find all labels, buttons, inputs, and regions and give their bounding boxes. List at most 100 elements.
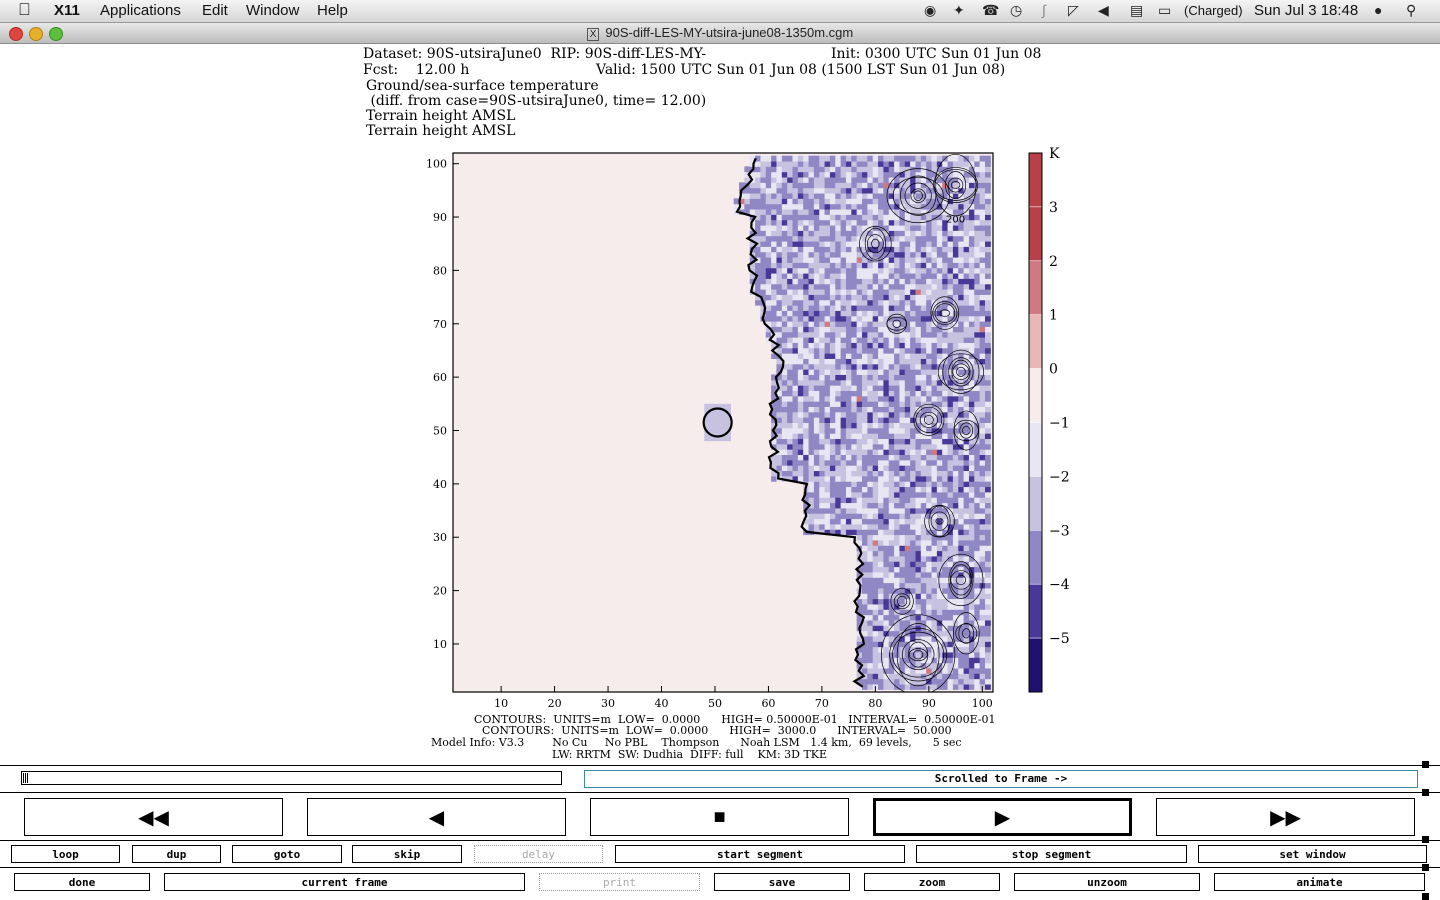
grid-cell [862, 657, 868, 664]
grid-cell [797, 427, 804, 434]
grid-cell [824, 198, 831, 205]
done-button[interactable]: done [14, 873, 150, 891]
resize-handle[interactable] [1422, 789, 1429, 796]
grid-cell [819, 331, 826, 338]
grid-cell [963, 273, 970, 279]
grid-cell [867, 411, 874, 418]
grid-cell [749, 182, 756, 189]
grid-cell [872, 454, 879, 461]
grid-cell [862, 449, 868, 456]
grid-cell [856, 337, 863, 343]
grid-cell [813, 171, 820, 178]
grid-cell [931, 609, 938, 616]
grid-cell [760, 283, 767, 290]
grid-cell [840, 518, 847, 525]
grid-cell [952, 534, 959, 541]
unzoom-button[interactable]: unzoom [1014, 873, 1200, 891]
start-segment-button[interactable]: start segment [615, 845, 905, 863]
grid-cell [781, 321, 788, 327]
stop-button[interactable]: ■ [590, 798, 849, 836]
grid-cell [958, 225, 965, 231]
grid-cell [819, 321, 826, 327]
zoom-button[interactable]: zoom [864, 873, 1000, 891]
save-button[interactable]: save [714, 873, 850, 891]
skip-button[interactable]: skip [352, 845, 462, 863]
grid-cell [926, 230, 933, 237]
grid-cell [883, 470, 890, 477]
grid-cell [824, 155, 831, 162]
grid-cell [894, 422, 900, 429]
frame-scrollbar[interactable] [21, 771, 562, 785]
grid-cell [808, 470, 815, 477]
animate-button[interactable]: animate [1214, 873, 1425, 891]
grid-cell [894, 502, 900, 509]
grid-cell [862, 246, 868, 253]
grid-cell [867, 166, 874, 173]
grid-cell [803, 278, 810, 285]
set-window-button[interactable]: set window [1198, 845, 1427, 863]
grid-cell [845, 310, 852, 317]
grid-cell [851, 251, 858, 258]
print-button[interactable]: print [539, 873, 700, 891]
grid-cell [819, 219, 826, 226]
resize-handle[interactable] [1422, 761, 1429, 768]
grid-cell [824, 315, 831, 322]
grid-cell [835, 219, 842, 226]
grid-cell [803, 406, 810, 413]
grid-cell [792, 193, 799, 199]
scrollbar-thumb[interactable] [23, 773, 29, 783]
step-forward-button[interactable]: ▶ [873, 798, 1132, 836]
grid-cell [920, 273, 927, 279]
grid-cell [755, 177, 761, 183]
resize-handle[interactable] [1422, 864, 1429, 871]
grid-cell [915, 433, 922, 440]
grid-cell [952, 529, 959, 536]
goto-button[interactable]: goto [232, 845, 342, 863]
grid-cell [776, 289, 783, 295]
grid-cell [883, 577, 890, 584]
grid-cell [915, 555, 922, 562]
grid-cell [904, 438, 911, 445]
grid-cell [920, 577, 927, 584]
grid-cell [968, 561, 975, 568]
grid-cell [883, 502, 890, 509]
grid-cell [936, 539, 943, 546]
grid-cell [840, 177, 847, 183]
fast-forward-button[interactable]: ▶▶ [1156, 798, 1415, 836]
grid-cell [979, 598, 986, 605]
grid-cell [947, 502, 954, 509]
grid-cell [856, 171, 863, 178]
grid-cell [765, 278, 772, 285]
grid-cell [888, 395, 895, 402]
resize-handle[interactable] [1422, 836, 1429, 843]
current-frame-button[interactable]: current frame [164, 873, 525, 891]
grid-cell [878, 529, 884, 536]
grid-cell [824, 182, 831, 189]
grid-cell [883, 310, 890, 317]
grid-cell [931, 598, 938, 605]
rewind-button[interactable]: ◀◀ [24, 798, 283, 836]
grid-cell [920, 603, 927, 610]
grid-cell [872, 523, 879, 530]
stop-segment-button[interactable]: stop segment [916, 845, 1187, 863]
grid-cell [984, 603, 991, 610]
grid-cell [936, 342, 943, 349]
grid-cell [856, 358, 863, 365]
step-back-button[interactable]: ◀ [307, 798, 566, 836]
grid-cell [829, 294, 836, 301]
grid-cell [942, 454, 949, 461]
delay-button[interactable]: delay [474, 845, 603, 863]
grid-cell [899, 529, 906, 536]
grid-cell [797, 251, 804, 258]
grid-cell [958, 342, 965, 349]
grid-cell [894, 262, 900, 269]
grid-cell [862, 630, 868, 637]
grid-cell [894, 582, 900, 589]
grid-cell [958, 438, 965, 445]
grid-cell [867, 177, 874, 183]
grid-cell [808, 262, 815, 269]
dup-button[interactable]: dup [132, 845, 221, 863]
grid-cell [984, 283, 991, 290]
loop-button[interactable]: loop [11, 845, 120, 863]
resize-handle[interactable] [1422, 893, 1429, 900]
